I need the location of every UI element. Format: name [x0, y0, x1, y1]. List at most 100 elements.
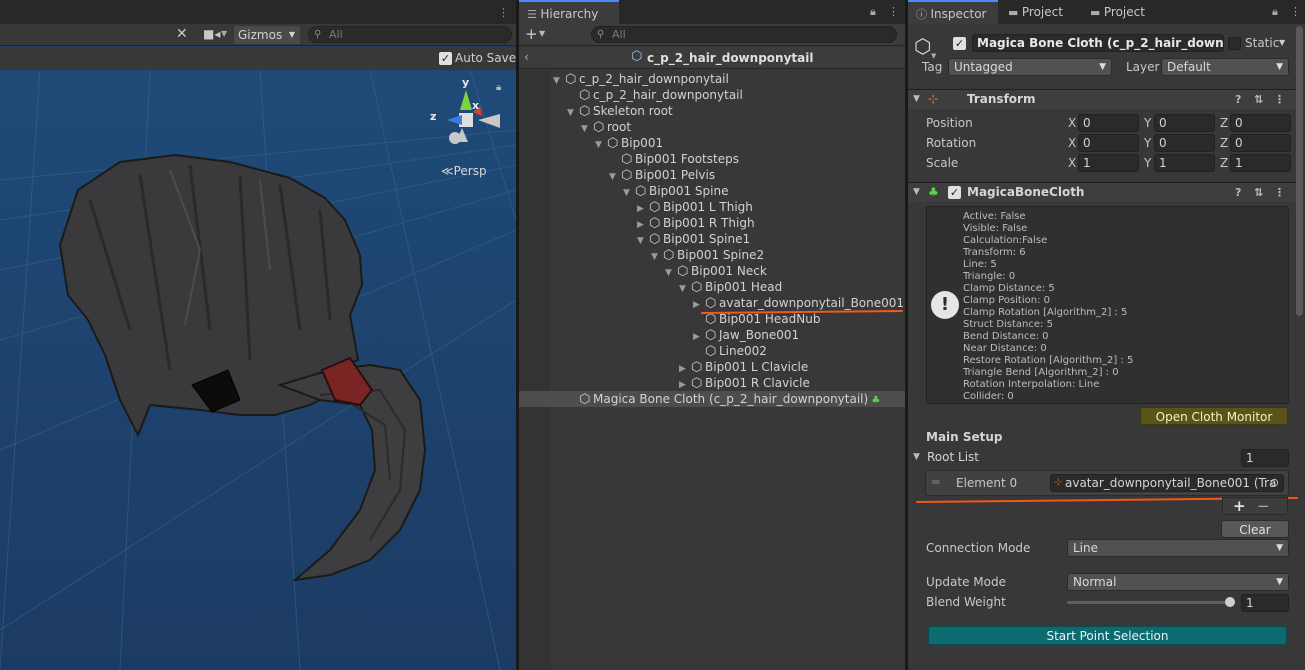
update-mode-dropdown[interactable]: Normal ▼	[1067, 573, 1289, 591]
expanded-arrow-icon[interactable]: ▼	[581, 121, 593, 137]
hierarchy-panel: ☰ Hierarchy 🔒︎ ⋮ + ▼ ⚲ All ‹ ⬡ c_p_2_hai…	[519, 0, 905, 670]
expanded-arrow-icon[interactable]: ▼	[623, 185, 635, 201]
gizmos-dropdown-button[interactable]: ▼	[284, 26, 300, 44]
axis-z-label[interactable]: Z	[1220, 116, 1228, 130]
transform-y-field[interactable]: 0	[1154, 114, 1215, 132]
gameobject-cube-icon: ⬡	[691, 280, 703, 295]
static-checkbox[interactable]	[1228, 37, 1241, 50]
tab-project-1[interactable]: ▬ Project	[1000, 0, 1082, 24]
expanded-arrow-icon[interactable]: ▼	[595, 137, 607, 153]
help-icon[interactable]: ?	[1235, 90, 1241, 109]
axis-y-label[interactable]: Y	[1144, 156, 1151, 170]
axis-x-label[interactable]: X	[1068, 116, 1076, 130]
drag-handle-icon[interactable]: ═	[932, 475, 939, 489]
transform-x-field[interactable]: 0	[1078, 134, 1139, 152]
transform-y-field[interactable]: 0	[1154, 134, 1215, 152]
status-line: Clamp Position: 0	[963, 295, 1051, 306]
help-icon[interactable]: ?	[1235, 183, 1241, 202]
transform-z-field[interactable]: 1	[1230, 154, 1291, 172]
expanded-arrow-icon[interactable]: ▼	[553, 73, 565, 89]
more-options-icon[interactable]: ⋮	[1274, 183, 1285, 202]
lock-icon[interactable]: 🔒︎	[1272, 5, 1278, 19]
back-icon[interactable]: ‹	[524, 50, 529, 64]
static-dropdown-icon[interactable]: ▼	[1279, 38, 1285, 47]
transform-header[interactable]: ▼ ⊹ Transform ? ⇅ ⋮	[908, 89, 1297, 109]
object-name-field[interactable]: Magica Bone Cloth (c_p_2_hair_downpony	[972, 34, 1224, 52]
scene-viewport[interactable]	[0, 70, 516, 670]
gizmos-button[interactable]: Gizmos	[234, 26, 287, 44]
more-options-icon[interactable]: ⋮	[498, 6, 509, 19]
expanded-arrow-icon[interactable]: ▼	[665, 265, 677, 281]
element-0-object-field[interactable]: ⊹ avatar_downponytail_Bone001 (Tra ⊙	[1050, 474, 1284, 492]
connection-mode-dropdown[interactable]: Line ▼	[1067, 539, 1289, 557]
axis-y-label[interactable]: Y	[1144, 116, 1151, 130]
tab-project-2[interactable]: ▬ Project	[1082, 0, 1164, 24]
add-dropdown-icon[interactable]: ▼	[539, 29, 545, 38]
root-list-count-field[interactable]: 1	[1241, 449, 1289, 467]
foldout-arrow-icon[interactable]: ▼	[913, 183, 920, 202]
axis-y-label[interactable]: Y	[1144, 136, 1151, 150]
lock-icon[interactable]: 🔒︎	[870, 5, 876, 19]
transform-z-field[interactable]: 0	[1230, 114, 1291, 132]
expanded-arrow-icon[interactable]: ▼	[651, 249, 663, 265]
foldout-arrow-icon[interactable]: ▼	[913, 452, 920, 462]
transform-x-field[interactable]: 1	[1078, 154, 1139, 172]
status-line: Struct Distance: 5	[963, 319, 1053, 330]
icon-dropdown-icon[interactable]: ▼	[931, 52, 936, 60]
blend-weight-field[interactable]: 1	[1241, 594, 1289, 612]
tools-icon[interactable]: ✕	[176, 26, 188, 42]
tab-hierarchy[interactable]: ☰ Hierarchy	[519, 0, 619, 24]
gameobject-cube-icon: ⬡	[649, 200, 661, 215]
scene-search-input[interactable]: ⚲ All	[308, 26, 512, 43]
expanded-arrow-icon[interactable]: ▼	[637, 233, 649, 249]
lock-icon[interactable]: 🔒︎	[496, 82, 501, 93]
gameobject-cube-icon: ⬡	[565, 72, 577, 87]
hierarchy-search-input[interactable]: ⚲ All	[591, 26, 897, 43]
root-list-label[interactable]: Root List	[927, 450, 979, 464]
more-options-icon[interactable]: ⋮	[1290, 5, 1301, 18]
remove-element-button[interactable]: −	[1257, 497, 1270, 515]
layer-dropdown[interactable]: Default ▼	[1161, 58, 1289, 76]
magicabonecloth-header[interactable]: ▼ ♣ ✓ MagicaBoneCloth ? ⇅ ⋮	[908, 182, 1297, 202]
blend-weight-slider-track[interactable]	[1067, 601, 1233, 604]
expanded-arrow-icon[interactable]: ▼	[679, 281, 691, 297]
tag-dropdown[interactable]: Untagged ▼	[948, 58, 1112, 76]
transform-z-field[interactable]: 0	[1230, 134, 1291, 152]
auto-save-checkbox[interactable]: ✓	[439, 52, 452, 65]
gameobject-cube-icon: ⬡	[691, 360, 703, 375]
tab-inspector[interactable]: ⓘ Inspector	[908, 0, 998, 24]
presets-icon[interactable]: ⇅	[1254, 183, 1263, 202]
transform-y-field[interactable]: 1	[1154, 154, 1215, 172]
foldout-arrow-icon[interactable]: ▼	[913, 90, 920, 109]
hierarchy-item-label: Line002	[719, 344, 767, 358]
camera-icon[interactable]: ■◂	[203, 27, 220, 41]
gameobject-cube-icon: ⬡	[621, 152, 633, 167]
more-options-icon[interactable]: ⋮	[888, 5, 899, 18]
active-checkbox[interactable]: ✓	[953, 37, 966, 50]
add-icon[interactable]: +	[525, 25, 538, 43]
scene-view-panel: ⋮ ✕ ■◂ ▼ Gizmos ▼ ⚲ All ✓ Auto Save y x …	[0, 0, 516, 670]
persp-toggle[interactable]: ≪Persp	[441, 164, 487, 178]
object-picker-icon[interactable]: ⊙	[1270, 475, 1279, 491]
search-icon: ⚲	[314, 29, 322, 40]
inspector-scrollbar[interactable]	[1296, 26, 1303, 316]
start-point-selection-button[interactable]: Start Point Selection	[928, 626, 1287, 645]
component-enabled-checkbox[interactable]: ✓	[948, 186, 961, 199]
hierarchy-item[interactable]: ⬡ Magica Bone Cloth (c_p_2_hair_downponyt…	[519, 391, 905, 407]
expanded-arrow-icon[interactable]: ▼	[567, 105, 579, 121]
expanded-arrow-icon[interactable]: ▼	[609, 169, 621, 185]
axis-x-label[interactable]: X	[1068, 136, 1076, 150]
add-element-button[interactable]: +	[1233, 497, 1246, 515]
axis-x-label[interactable]: X	[1068, 156, 1076, 170]
open-cloth-monitor-button[interactable]: Open Cloth Monitor	[1140, 407, 1288, 425]
presets-icon[interactable]: ⇅	[1254, 90, 1263, 109]
transform-y-value: 1	[1159, 156, 1167, 170]
camera-dropdown-icon[interactable]: ▼	[221, 29, 227, 38]
more-options-icon[interactable]: ⋮	[1274, 90, 1285, 109]
axis-z-label[interactable]: Z	[1220, 156, 1228, 170]
blend-weight-slider-handle[interactable]	[1225, 597, 1235, 607]
axis-z-label[interactable]: Z	[1220, 136, 1228, 150]
transform-x-field[interactable]: 0	[1078, 114, 1139, 132]
clear-button[interactable]: Clear	[1221, 520, 1289, 538]
bone-cloth-icon: ♣	[868, 395, 881, 406]
